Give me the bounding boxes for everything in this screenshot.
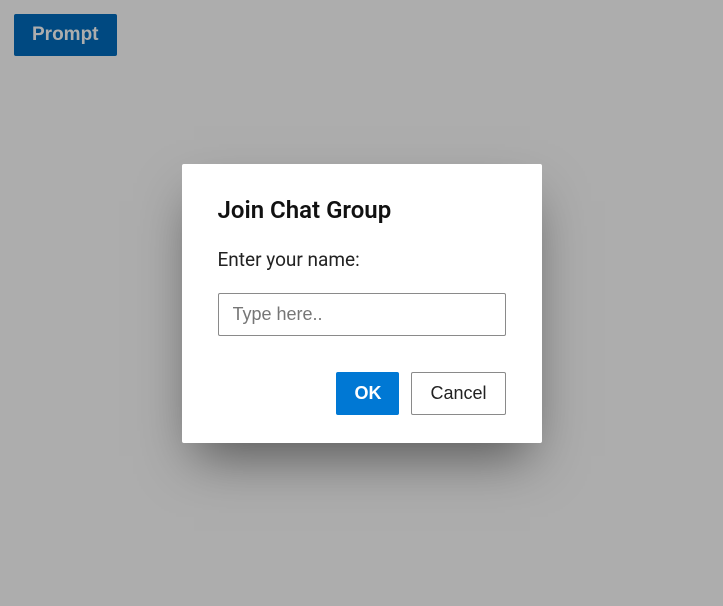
name-input[interactable]	[218, 293, 506, 336]
dialog-label: Enter your name:	[218, 248, 506, 271]
cancel-button[interactable]: Cancel	[411, 372, 505, 415]
dialog-title: Join Chat Group	[218, 196, 506, 224]
ok-button[interactable]: OK	[336, 372, 399, 415]
page-root: Prompt Join Chat Group Enter your name: …	[0, 0, 723, 606]
prompt-dialog: Join Chat Group Enter your name: OK Canc…	[182, 164, 542, 443]
modal-overlay[interactable]: Join Chat Group Enter your name: OK Canc…	[0, 0, 723, 606]
dialog-actions: OK Cancel	[218, 372, 506, 415]
